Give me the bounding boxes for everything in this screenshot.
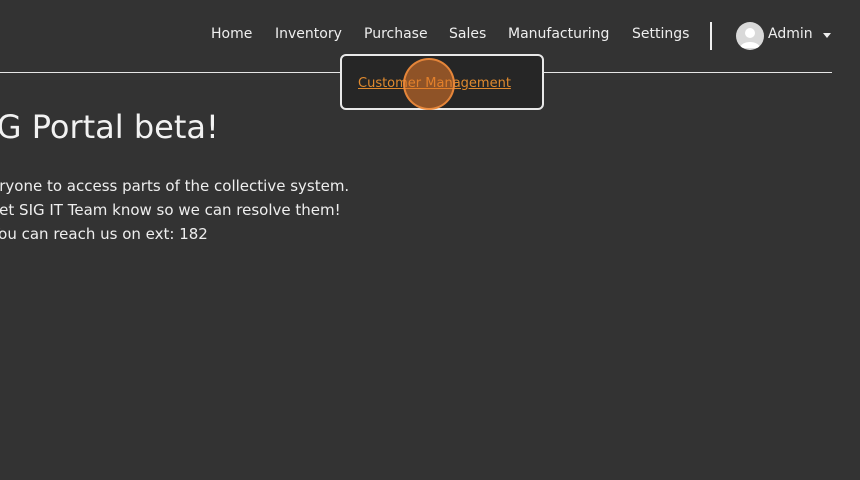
- welcome-line-3: You can reach us on ext: 182: [0, 225, 208, 243]
- nav-home[interactable]: Home: [211, 26, 252, 42]
- page-title: to the SIG Portal beta!: [0, 108, 219, 146]
- nav-settings[interactable]: Settings: [632, 26, 689, 42]
- nav-sales[interactable]: Sales: [449, 26, 486, 42]
- caret-down-icon[interactable]: [823, 33, 831, 38]
- nav-inventory[interactable]: Inventory: [275, 26, 342, 42]
- user-avatar-icon[interactable]: [736, 22, 764, 50]
- nav-manufacturing[interactable]: Manufacturing: [508, 26, 609, 42]
- nav-divider: [710, 22, 712, 50]
- welcome-line-1: eryone to access parts of the collective…: [0, 177, 350, 195]
- user-menu-label[interactable]: Admin: [768, 26, 813, 42]
- portal-page: Home Inventory Purchase Sales Manufactur…: [0, 0, 860, 480]
- click-indicator: [403, 58, 455, 110]
- welcome-line-2: let SIG IT Team know so we can resolve t…: [0, 201, 341, 219]
- nav-purchase[interactable]: Purchase: [364, 26, 428, 42]
